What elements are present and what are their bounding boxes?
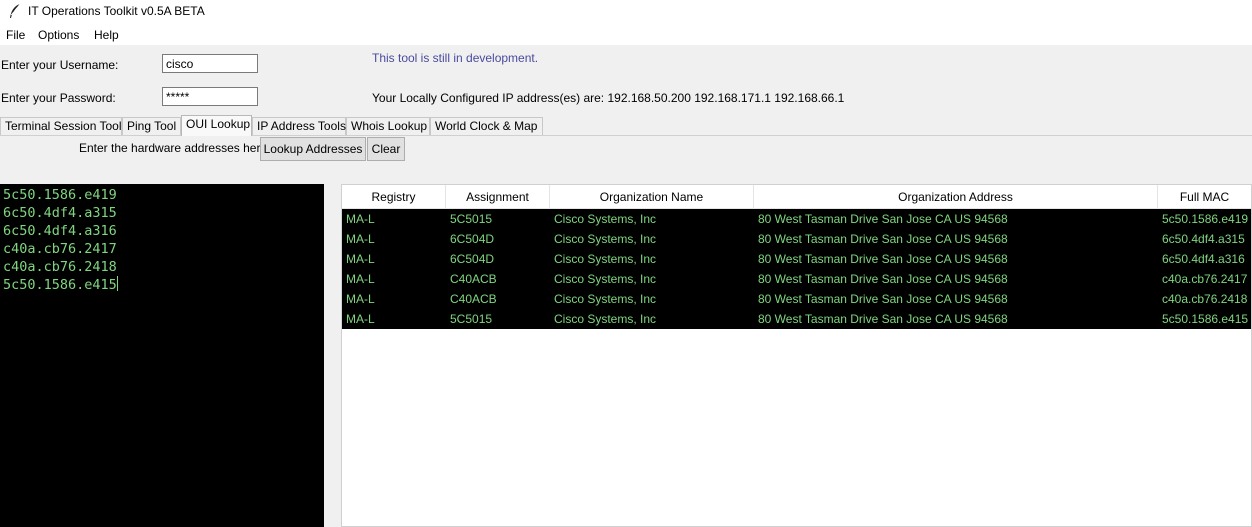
cell-registry: MA-L	[346, 252, 375, 266]
menu-file[interactable]: File	[6, 28, 25, 42]
cell-assignment: 5C5015	[450, 212, 493, 226]
cell-organization-name: Cisco Systems, Inc	[554, 252, 657, 266]
tab-terminal-session[interactable]: Terminal Session Tool	[0, 117, 122, 136]
mac-input-line: 5c50.1586.e419	[3, 187, 117, 203]
table-row[interactable]: MA-L 5C5015 Cisco Systems, Inc 80 West T…	[342, 309, 1251, 329]
cell-organization-name: Cisco Systems, Inc	[554, 212, 657, 226]
mac-input-line: 5c50.1586.e415	[3, 277, 117, 293]
feather-icon	[8, 3, 22, 19]
cell-organization-name: Cisco Systems, Inc	[554, 272, 657, 286]
table-row[interactable]: MA-L 6C504D Cisco Systems, Inc 80 West T…	[342, 229, 1251, 249]
menu-bar: File Options Help	[0, 24, 1252, 45]
cell-registry: MA-L	[346, 212, 375, 226]
cell-full-mac: c40a.cb76.2417	[1162, 272, 1248, 286]
username-label: Enter your Username:	[1, 58, 119, 72]
cell-organization-address: 80 West Tasman Drive San Jose CA US 9456…	[758, 232, 1008, 246]
mac-input-line: c40a.cb76.2417	[3, 241, 117, 257]
password-field[interactable]: *****	[162, 87, 258, 106]
cell-full-mac: c40a.cb76.2418	[1162, 292, 1248, 306]
cell-full-mac: 5c50.1586.e419	[1162, 212, 1249, 226]
text-cursor	[116, 276, 118, 291]
column-header-organization-address[interactable]: Organization Address	[754, 185, 1158, 209]
cell-full-mac: 6c50.4df4.a316	[1162, 252, 1245, 266]
column-header-full-mac[interactable]: Full MAC	[1158, 185, 1251, 209]
mac-input-line: 6c50.4df4.a316	[3, 223, 117, 239]
oui-results-table[interactable]: Registry Assignment Organization Name Or…	[341, 184, 1252, 527]
column-header-organization-name[interactable]: Organization Name	[550, 185, 754, 209]
cell-assignment: 6C504D	[450, 252, 495, 266]
cell-organization-address: 80 West Tasman Drive San Jose CA US 9456…	[758, 292, 1008, 306]
mac-input-line: c40a.cb76.2418	[3, 259, 117, 275]
cell-organization-name: Cisco Systems, Inc	[554, 232, 657, 246]
hardware-address-prompt: Enter the hardware addresses here:	[79, 141, 271, 155]
password-label: Enter your Password:	[1, 91, 116, 105]
development-notice: This tool is still in development.	[372, 51, 539, 65]
cell-organization-name: Cisco Systems, Inc	[554, 312, 657, 326]
tab-whois-lookup[interactable]: Whois Lookup	[346, 117, 430, 136]
column-header-assignment[interactable]: Assignment	[446, 185, 550, 209]
column-header-registry[interactable]: Registry	[342, 185, 446, 209]
mac-input-line: 6c50.4df4.a315	[3, 205, 117, 221]
cell-full-mac: 6c50.4df4.a315	[1162, 232, 1245, 246]
clear-button[interactable]: Clear	[367, 137, 405, 161]
cell-organization-name: Cisco Systems, Inc	[554, 292, 657, 306]
table-body: MA-L 5C5015 Cisco Systems, Inc 80 West T…	[342, 209, 1251, 329]
tab-bar: Terminal Session Tool Ping Tool OUI Look…	[0, 115, 1252, 136]
title-bar: IT Operations Toolkit v0.5A BETA	[0, 0, 1252, 24]
cell-assignment: C40ACB	[450, 292, 497, 306]
cell-registry: MA-L	[346, 272, 375, 286]
table-row[interactable]: MA-L C40ACB Cisco Systems, Inc 80 West T…	[342, 289, 1251, 309]
tab-world-clock-map[interactable]: World Clock & Map	[430, 117, 543, 136]
tab-oui-lookup[interactable]: OUI Lookup	[181, 115, 252, 136]
table-row[interactable]: MA-L 6C504D Cisco Systems, Inc 80 West T…	[342, 249, 1251, 269]
tab-ping-tool[interactable]: Ping Tool	[122, 117, 181, 136]
mac-address-input[interactable]: 5c50.1586.e419 6c50.4df4.a315 6c50.4df4.…	[0, 184, 324, 527]
username-field[interactable]: cisco	[162, 54, 258, 73]
lookup-addresses-button[interactable]: Lookup Addresses	[260, 137, 366, 161]
cell-organization-address: 80 West Tasman Drive San Jose CA US 9456…	[758, 272, 1008, 286]
table-row[interactable]: MA-L C40ACB Cisco Systems, Inc 80 West T…	[342, 269, 1251, 289]
cell-registry: MA-L	[346, 232, 375, 246]
cell-full-mac: 5c50.1586.e415	[1162, 312, 1249, 326]
tab-ip-address-tools[interactable]: IP Address Tools	[252, 117, 346, 136]
cell-organization-address: 80 West Tasman Drive San Jose CA US 9456…	[758, 252, 1008, 266]
menu-help[interactable]: Help	[94, 28, 119, 42]
cell-organization-address: 80 West Tasman Drive San Jose CA US 9456…	[758, 312, 1008, 326]
window-title: IT Operations Toolkit v0.5A BETA	[28, 4, 205, 18]
cell-registry: MA-L	[346, 312, 375, 326]
table-row[interactable]: MA-L 5C5015 Cisco Systems, Inc 80 West T…	[342, 209, 1251, 229]
cell-organization-address: 80 West Tasman Drive San Jose CA US 9456…	[758, 212, 1008, 226]
ip-address-info: Your Locally Configured IP address(es) a…	[372, 91, 845, 105]
cell-registry: MA-L	[346, 292, 375, 306]
menu-options[interactable]: Options	[38, 28, 79, 42]
cell-assignment: 6C504D	[450, 232, 495, 246]
cell-assignment: C40ACB	[450, 272, 497, 286]
cell-assignment: 5C5015	[450, 312, 493, 326]
